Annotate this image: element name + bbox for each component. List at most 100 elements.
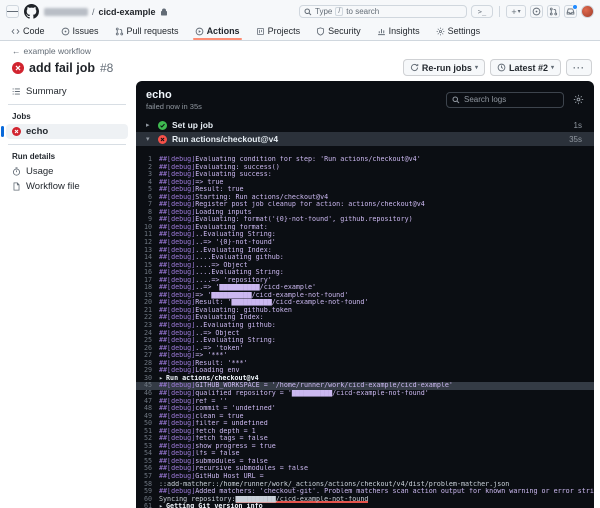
- log-line[interactable]: 45 ##[debug] GITHUB_WORKSPACE = '/home/run…: [136, 382, 594, 390]
- tab-settings[interactable]: Settings: [429, 22, 488, 40]
- log-line[interactable]: 58::add-matcher::/home/runner/work/_acti…: [136, 481, 594, 489]
- log-line-number[interactable]: 21: [136, 307, 152, 315]
- log-line-number[interactable]: 3: [136, 171, 152, 179]
- log-line-number[interactable]: 46: [136, 390, 152, 398]
- log-line-number[interactable]: 24: [136, 330, 152, 338]
- log-line-number[interactable]: 4: [136, 179, 152, 187]
- log-line[interactable]: 14 ##[debug] ....Evaluating github:: [136, 254, 594, 262]
- chevron-down-icon[interactable]: ▾: [146, 136, 153, 143]
- log-line[interactable]: 12 ##[debug] ..=> '{0}-not-found': [136, 239, 594, 247]
- sidebar-item-summary[interactable]: Summary: [6, 84, 128, 99]
- log-line-number[interactable]: 45: [136, 382, 152, 390]
- log-line-number[interactable]: 58: [136, 481, 152, 489]
- repo-name-link[interactable]: cicd-example: [99, 7, 156, 17]
- log-line[interactable]: 48 ##[debug] commit = 'undefined': [136, 405, 594, 413]
- log-line-number[interactable]: 60: [136, 496, 152, 504]
- log-line-number[interactable]: 6: [136, 194, 152, 202]
- log-line[interactable]: 59 ##[debug] Added matchers: 'checkout-git…: [136, 488, 594, 496]
- chevron-right-icon[interactable]: ▸: [159, 375, 163, 383]
- log-line[interactable]: 9 ##[debug] Evaluating: format('{0}-not-fo…: [136, 216, 594, 224]
- log-line[interactable]: 8 ##[debug] Loading inputs: [136, 209, 594, 217]
- back-to-workflow-link[interactable]: ← example workflow: [12, 46, 600, 56]
- log-line[interactable]: 22 ##[debug] Evaluating Index:: [136, 314, 594, 322]
- tab-security[interactable]: Security: [309, 22, 368, 40]
- log-line-number[interactable]: 26: [136, 345, 152, 353]
- log-line-number[interactable]: 56: [136, 465, 152, 473]
- tab-issues[interactable]: Issues: [54, 22, 106, 40]
- pull-requests-icon-button[interactable]: [547, 5, 560, 18]
- log-line-number[interactable]: 23: [136, 322, 152, 330]
- log-line-number[interactable]: 18: [136, 284, 152, 292]
- tab-actions[interactable]: Actions: [188, 22, 247, 40]
- log-line-number[interactable]: 15: [136, 262, 152, 270]
- log-line-number[interactable]: 13: [136, 247, 152, 255]
- github-logo-icon[interactable]: [24, 4, 39, 19]
- log-line[interactable]: 55 ##[debug] submodules = false: [136, 458, 594, 466]
- log-line[interactable]: 60 Syncing repository: ██████████/cicd-ex…: [136, 496, 594, 504]
- log-line[interactable]: 24 ##[debug] ..=> Object: [136, 330, 594, 338]
- log-line[interactable]: 53 ##[debug] show progress = true: [136, 443, 594, 451]
- log-line[interactable]: 51 ##[debug] fetch depth = 1: [136, 428, 594, 436]
- log-line-number[interactable]: 1: [136, 156, 152, 164]
- log-line[interactable]: 27 ##[debug] => '***': [136, 352, 594, 360]
- log-line-number[interactable]: 16: [136, 269, 152, 277]
- log-line[interactable]: 25 ##[debug] ..Evaluating String:: [136, 337, 594, 345]
- log-line[interactable]: 19 ##[debug] => '██████████/cicd-example-n…: [136, 292, 594, 300]
- log-line-number[interactable]: 7: [136, 201, 152, 209]
- log-line[interactable]: 7 ##[debug] Register post job cleanup for …: [136, 201, 594, 209]
- log-line-number[interactable]: 30: [136, 375, 152, 383]
- log-line-number[interactable]: 2: [136, 164, 152, 172]
- log-line[interactable]: 61 ▸ Getting Git version info: [136, 503, 594, 508]
- log-line-number[interactable]: 55: [136, 458, 152, 466]
- sidebar-job-echo[interactable]: echo: [1, 124, 128, 139]
- log-line-number[interactable]: 47: [136, 398, 152, 406]
- log-line-number[interactable]: 52: [136, 435, 152, 443]
- log-line[interactable]: 47 ##[debug] ref = '': [136, 398, 594, 406]
- log-line-number[interactable]: 14: [136, 254, 152, 262]
- log-line-number[interactable]: 10: [136, 224, 152, 232]
- log-line[interactable]: 11 ##[debug] ..Evaluating String:: [136, 231, 594, 239]
- kebab-menu-button[interactable]: ···: [566, 59, 592, 76]
- log-line-number[interactable]: 11: [136, 231, 152, 239]
- log-line[interactable]: 54 ##[debug] lfs = false: [136, 450, 594, 458]
- log-line[interactable]: 26 ##[debug] ..=> 'token': [136, 345, 594, 353]
- command-palette-button[interactable]: >_: [471, 5, 493, 18]
- tab-projects[interactable]: Projects: [249, 22, 308, 40]
- log-line[interactable]: 46 ##[debug] qualified repository = '█████…: [136, 390, 594, 398]
- log-line-number[interactable]: 17: [136, 277, 152, 285]
- log-line[interactable]: 6 ##[debug] Starting: Run actions/checkout…: [136, 194, 594, 202]
- inbox-icon-button[interactable]: [564, 4, 578, 18]
- log-line-number[interactable]: 5: [136, 186, 152, 194]
- chevron-right-icon[interactable]: ▸: [146, 122, 153, 129]
- log-line-number[interactable]: 53: [136, 443, 152, 451]
- tab-code[interactable]: Code: [4, 22, 52, 40]
- log-line[interactable]: 50 ##[debug] filter = undefined: [136, 420, 594, 428]
- log-line[interactable]: 2 ##[debug] Evaluating: success(): [136, 164, 594, 172]
- log-line-number[interactable]: 25: [136, 337, 152, 345]
- sidebar-item-usage[interactable]: Usage: [6, 164, 128, 179]
- log-line-number[interactable]: 19: [136, 292, 152, 300]
- log-line[interactable]: 57 ##[debug] GitHub Host URL =: [136, 473, 594, 481]
- log-line[interactable]: 3 ##[debug] Evaluating success:: [136, 171, 594, 179]
- search-logs-input[interactable]: Search logs: [446, 91, 564, 108]
- log-line[interactable]: 1 ##[debug] Evaluating condition for step:…: [136, 156, 594, 164]
- step-run-checkout[interactable]: ▾ Run actions/checkout@v4 35s: [136, 132, 594, 146]
- log-line-number[interactable]: 49: [136, 413, 152, 421]
- chevron-right-icon[interactable]: ▸: [159, 503, 163, 508]
- sidebar-item-workflow-file[interactable]: Workflow file: [6, 179, 128, 194]
- log-line[interactable]: 28 ##[debug] Result: '***': [136, 360, 594, 368]
- log-line[interactable]: 49 ##[debug] clean = true: [136, 413, 594, 421]
- log-line-number[interactable]: 20: [136, 299, 152, 307]
- log-line[interactable]: 5 ##[debug] Result: true: [136, 186, 594, 194]
- log-line-number[interactable]: 22: [136, 314, 152, 322]
- step-setup-job[interactable]: ▸ Set up job 1s: [136, 118, 594, 132]
- tab-pull-requests[interactable]: Pull requests: [108, 22, 186, 40]
- log-line-number[interactable]: 28: [136, 360, 152, 368]
- log-line[interactable]: 30 ▸ Run actions/checkout@v4: [136, 375, 594, 383]
- log-line[interactable]: 18 ##[debug] ..=> '██████████/cicd-example…: [136, 284, 594, 292]
- log-line-number[interactable]: 12: [136, 239, 152, 247]
- hamburger-menu-button[interactable]: [6, 5, 19, 18]
- log-line-number[interactable]: 48: [136, 405, 152, 413]
- log-line-number[interactable]: 29: [136, 367, 152, 375]
- log-line-number[interactable]: 61: [136, 503, 152, 508]
